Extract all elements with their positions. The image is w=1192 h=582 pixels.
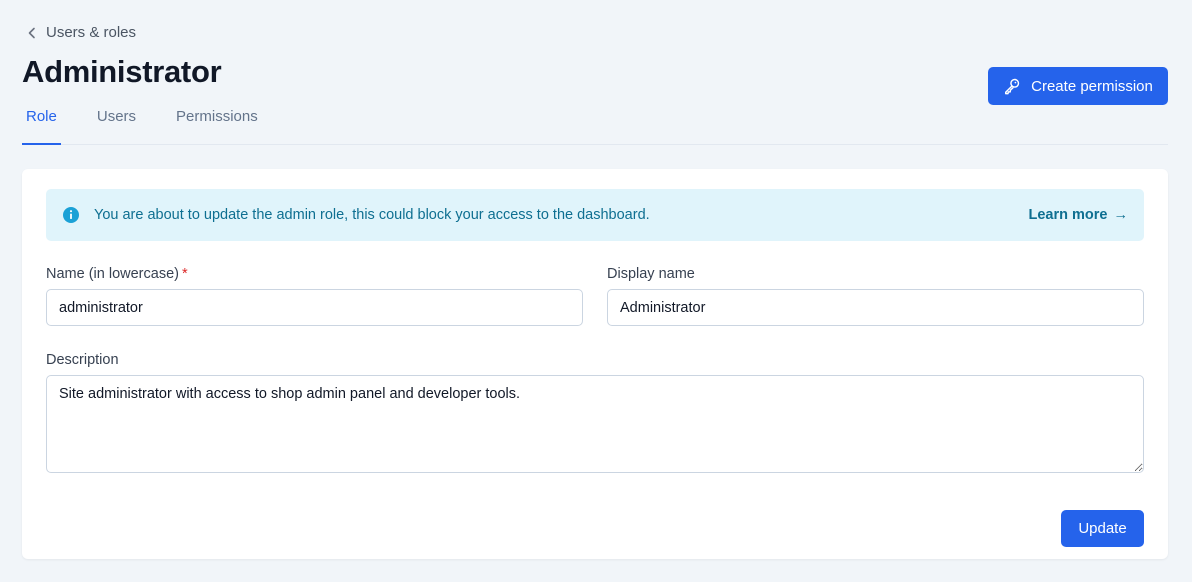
chevron-left-icon — [28, 27, 35, 38]
create-permission-label: Create permission — [1031, 77, 1153, 95]
info-icon — [63, 207, 79, 223]
required-marker: * — [181, 266, 188, 282]
breadcrumb-back-link[interactable]: Users & roles — [26, 24, 136, 41]
name-input[interactable] — [46, 289, 583, 326]
breadcrumb-label: Users & roles — [46, 24, 137, 41]
tab-bar: Role Users Permissions — [22, 100, 1168, 145]
key-icon — [1005, 78, 1020, 95]
admin-role-warning-alert: You are about to update the admin role, … — [46, 189, 1144, 241]
alert-message: You are about to update the admin role, … — [94, 207, 650, 223]
display-name-input[interactable] — [607, 289, 1144, 326]
learn-more-label: Learn more — [1028, 207, 1108, 223]
tab-permissions[interactable]: Permissions — [172, 100, 262, 145]
learn-more-link[interactable]: Learn more → — [1029, 207, 1128, 223]
display-name-field-label: Display name — [607, 266, 695, 282]
name-label-text: Name (in lowercase) — [46, 266, 179, 282]
role-form-card: You are about to update the admin role, … — [22, 169, 1168, 559]
tab-role[interactable]: Role — [22, 100, 61, 145]
tab-users[interactable]: Users — [93, 100, 140, 145]
description-field-label: Description — [46, 352, 119, 368]
page-title: Administrator — [22, 54, 222, 89]
update-button[interactable]: Update — [1061, 510, 1144, 547]
arrow-right-icon: → — [1113, 207, 1129, 223]
page: Users & roles Administrator Create permi… — [0, 0, 1192, 582]
description-textarea[interactable]: Site administrator with access to shop a… — [46, 375, 1144, 473]
name-field-label: Name (in lowercase) * — [46, 266, 188, 282]
